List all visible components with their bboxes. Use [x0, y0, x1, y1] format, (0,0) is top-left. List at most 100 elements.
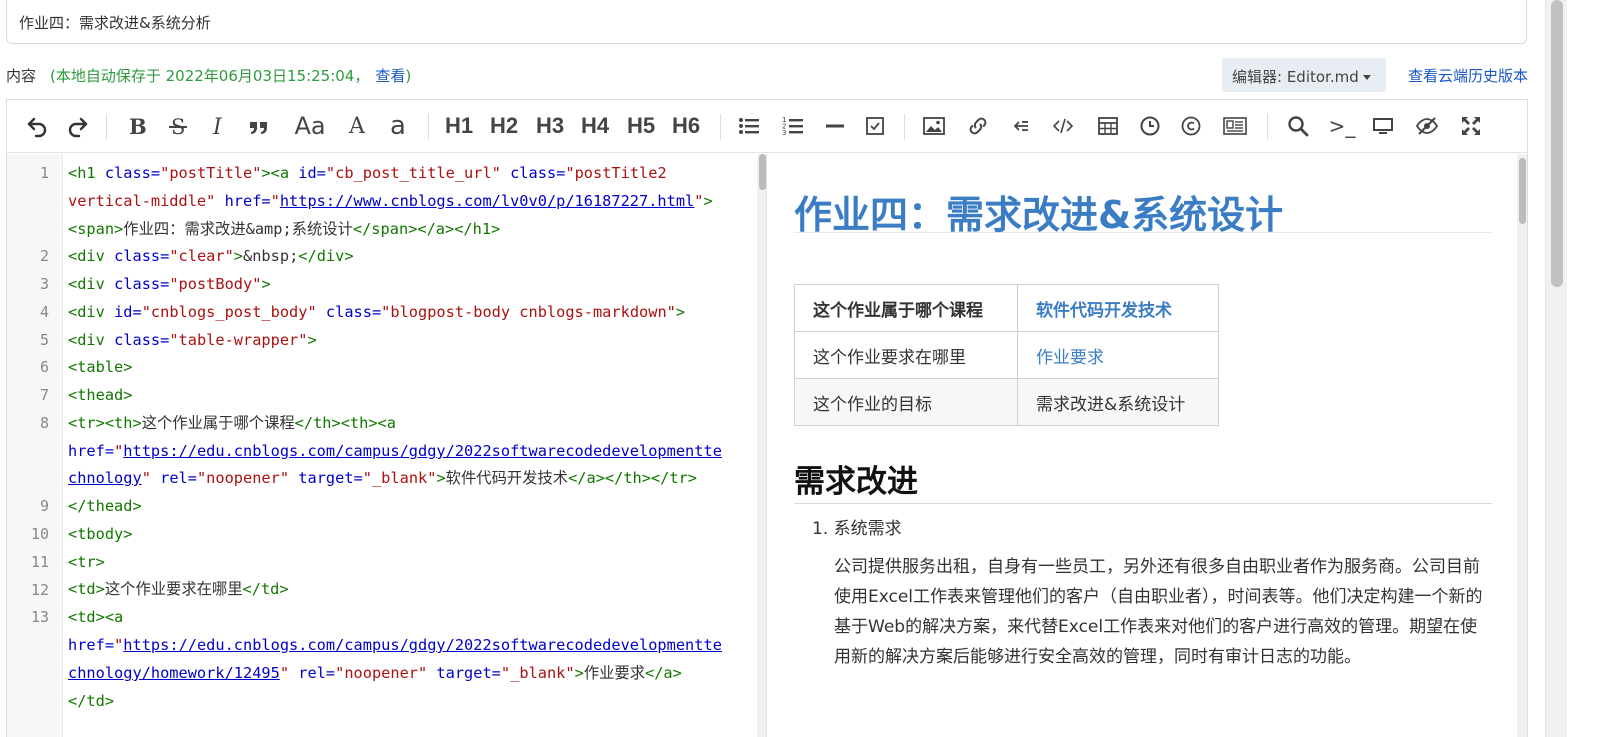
lowercase-icon[interactable]: a: [384, 109, 412, 143]
fullscreen-icon[interactable]: [1457, 109, 1485, 143]
svg-text:B: B: [129, 114, 147, 138]
line-number: 11: [30, 553, 49, 571]
code-line: <h1 class="postTitle"><a id="cb_post_tit…: [68, 164, 667, 182]
search-icon[interactable]: [1284, 109, 1312, 143]
heading-4-button[interactable]: H4: [578, 109, 612, 143]
strikethrough-icon[interactable]: S: [164, 109, 192, 143]
code-line: <td><a: [68, 608, 124, 626]
code-url-link[interactable]: https://www.cnblogs.com/lv0v0/p/16187227…: [280, 192, 694, 210]
autosave-status: (本地自动保存于 2022年06月03日15:25:04，: [50, 67, 370, 85]
line-number: 12: [30, 581, 49, 599]
line-number: 1: [39, 164, 49, 182]
preview-section-heading: 需求改进: [794, 456, 1492, 504]
code-url-link[interactable]: https://edu.cnblogs.com/campus/gdgy/2022…: [123, 442, 722, 460]
line-number: 7: [39, 386, 49, 404]
uppercase-icon[interactable]: A: [343, 109, 371, 143]
line-number: 9: [39, 497, 49, 515]
quote-icon[interactable]: [245, 109, 273, 143]
table-cell: 这个作业要求在哪里: [794, 331, 1018, 379]
content-bar: 内容 (本地自动保存于 2022年06月03日15:25:04， 查看) 编辑器: …: [6, 58, 1528, 92]
heading-3-button[interactable]: H3: [533, 109, 567, 143]
preview-scrollbar[interactable]: [1517, 154, 1527, 737]
editor-toolbar: B S I Aa A a H1 H2 H3 H4 H5 H6 123 >_: [7, 100, 1527, 153]
svg-text:I: I: [212, 115, 223, 138]
monitor-icon[interactable]: [1369, 109, 1397, 143]
line-number: 13: [30, 608, 49, 626]
line-number-gutter: 1 2 3 4 5 6 7 8 9 10 11 12 13: [7, 154, 63, 737]
editor-select-dropdown[interactable]: 编辑器: Editor.md: [1222, 58, 1386, 92]
code-line: <div class="postBody">: [68, 275, 271, 293]
line-number: 5: [39, 331, 49, 349]
bold-icon[interactable]: B: [122, 109, 150, 143]
code-line: <tbody>: [68, 525, 133, 543]
source-scrollbar[interactable]: [757, 154, 766, 737]
heading-6-button[interactable]: H6: [669, 109, 703, 143]
link-icon[interactable]: [964, 109, 992, 143]
horizontal-rule-icon[interactable]: [821, 109, 849, 143]
preview-title: 作业四：需求改进&系统设计: [794, 184, 1492, 237]
editor-select-label: 编辑器: Editor.md: [1232, 68, 1359, 86]
copyright-icon[interactable]: [1177, 109, 1205, 143]
markdown-editor: B S I Aa A a H1 H2 H3 H4 H5 H6 123 >_ 1 …: [6, 99, 1528, 737]
toolbar-divider: [1267, 114, 1268, 140]
code-line: <div id="cnblogs_post_body" class="blogp…: [68, 303, 686, 321]
redo-icon[interactable]: [64, 109, 92, 143]
code-line: href="https://edu.cnblogs.com/campus/gdg…: [68, 442, 722, 460]
toolbar-divider: [720, 114, 721, 140]
page-break-icon[interactable]: [1220, 109, 1250, 143]
table-row: 这个作业的目标 需求改进&系统设计: [794, 378, 1219, 426]
table-cell: 作业要求: [1017, 331, 1219, 379]
code-url-link[interactable]: https://edu.cnblogs.com/campus/gdgy/2022…: [123, 636, 722, 654]
heading-2-button[interactable]: H2: [487, 109, 521, 143]
caret-down-icon: [1362, 75, 1371, 80]
homework-link[interactable]: 作业要求: [1036, 348, 1104, 368]
italic-icon[interactable]: I: [204, 109, 232, 143]
code-url-link[interactable]: chnology/homework/12495: [68, 664, 280, 682]
toolbar-divider: [428, 114, 429, 140]
line-number: 3: [39, 275, 49, 293]
line-number: 8: [39, 414, 49, 432]
checkbox-icon[interactable]: [861, 109, 889, 143]
markdown-source-pane[interactable]: 1 2 3 4 5 6 7 8 9 10 11 12 13 <h1 class=…: [7, 154, 767, 737]
code-line: <div class="table-wrapper">: [68, 331, 317, 349]
content-label-text: 内容: [6, 67, 37, 85]
code-line: href="https://edu.cnblogs.com/campus/gdg…: [68, 636, 722, 654]
code-line: vertical-middle" href="https://www.cnblo…: [68, 192, 713, 210]
code-line: </thead>: [68, 497, 142, 515]
cloud-history-link[interactable]: 查看云端历史版本: [1408, 65, 1528, 86]
code-line: <table>: [68, 358, 133, 376]
line-number: 10: [30, 525, 49, 543]
hide-preview-icon[interactable]: [1413, 109, 1441, 143]
clock-icon[interactable]: [1136, 109, 1164, 143]
numbered-list-icon[interactable]: 123: [779, 109, 807, 143]
toolbar-divider: [106, 114, 107, 140]
heading-5-button[interactable]: H5: [624, 109, 658, 143]
course-link[interactable]: 软件代码开发技术: [1036, 301, 1172, 321]
page-scrollbar-thumb[interactable]: [1551, 0, 1563, 287]
page-scrollbar[interactable]: [1545, 0, 1567, 737]
table-icon[interactable]: [1094, 109, 1122, 143]
code-url-link[interactable]: chnology: [68, 469, 142, 487]
autosave-view-link[interactable]: 查看: [375, 67, 405, 85]
heading-1-button[interactable]: H1: [442, 109, 476, 143]
table-cell: 需求改进&系统设计: [1017, 378, 1219, 426]
line-number: 6: [39, 358, 49, 376]
bullet-list-icon[interactable]: [735, 109, 763, 143]
terminal-icon[interactable]: >_: [1325, 109, 1359, 143]
table-row: 这个作业属于哪个课程 软件代码开发技术: [794, 284, 1219, 332]
source-scrollbar-thumb[interactable]: [759, 154, 766, 190]
preview-table: 这个作业属于哪个课程 软件代码开发技术 这个作业要求在哪里 作业要求 这个作业的…: [794, 284, 1219, 426]
code-line: <thead>: [68, 386, 133, 404]
post-title-input[interactable]: 作业四：需求改进&系统分析: [6, 0, 1527, 44]
undo-icon[interactable]: [23, 109, 51, 143]
font-size-icon[interactable]: Aa: [289, 109, 331, 143]
code-icon[interactable]: [1049, 109, 1077, 143]
image-icon[interactable]: [920, 109, 948, 143]
anchor-icon[interactable]: [1006, 109, 1034, 143]
list-item: 1. 系统需求: [812, 519, 902, 539]
content-label: 内容 (本地自动保存于 2022年06月03日15:25:04， 查看): [6, 65, 411, 86]
preview-scrollbar-thumb[interactable]: [1519, 158, 1526, 224]
autosave-close-paren: ): [405, 67, 412, 85]
code-line: <tr>: [68, 553, 105, 571]
table-row: 这个作业要求在哪里 作业要求: [794, 331, 1219, 379]
